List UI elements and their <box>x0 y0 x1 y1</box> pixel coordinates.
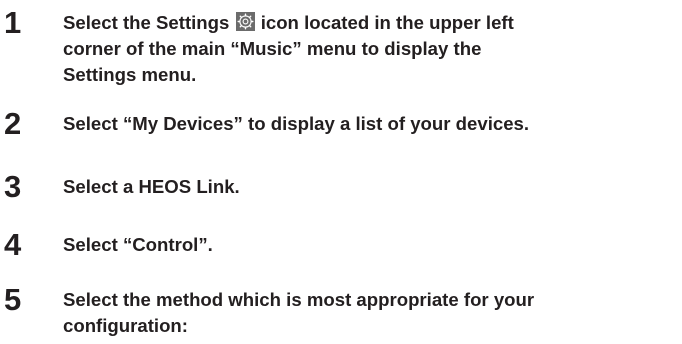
step-number: 2 <box>4 106 22 141</box>
step-text-line: Select the method which is most appropri… <box>63 289 535 310</box>
step-text-line: Settings menu. <box>63 64 197 85</box>
step-number: 4 <box>4 227 22 262</box>
step-number: 5 <box>4 282 22 317</box>
step-text-segment: Select the Settings <box>63 12 235 33</box>
step-text: Select the method which is most appropri… <box>63 287 673 339</box>
step-text-line: configuration: <box>63 315 188 336</box>
step-text: Select a HEOS Link. <box>63 176 240 197</box>
step-text: Select the Settings icon located in the … <box>63 10 673 88</box>
settings-gear-icon <box>235 12 255 31</box>
step-text-segment: icon located in the upper left <box>255 12 514 33</box>
step-text-line: corner of the main “Music” menu to displ… <box>63 38 482 59</box>
step-number: 3 <box>4 169 22 204</box>
step-text: Select “Control”. <box>63 234 213 255</box>
step-text: Select “My Devices” to display a list of… <box>63 113 530 134</box>
step-number: 1 <box>4 5 22 40</box>
